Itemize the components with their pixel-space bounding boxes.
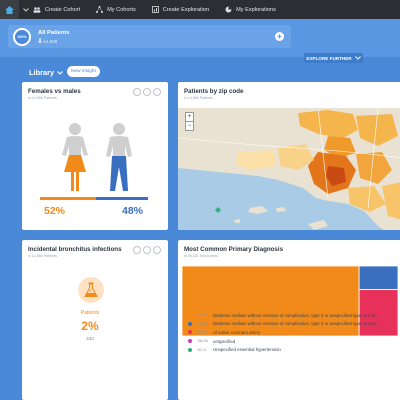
zip-map-card: Patients by zip code in 14,566 Patients	[178, 82, 400, 230]
legend-label: Diabetes mellitus without mention of com…	[213, 321, 380, 327]
legend-label: unspecified	[213, 338, 236, 344]
legend-item[interactable]: 250.00 Diabetes mellitus without mention …	[188, 311, 379, 320]
card-subtitle: in 14,566 Patients	[28, 96, 57, 100]
bronchitis-label: Patients	[80, 310, 100, 316]
nav-create-exploration-label: Create Exploration	[162, 6, 210, 13]
cohort-percent-badge: 100%	[13, 27, 31, 46]
cohort-count-value: 14,566	[43, 38, 58, 44]
nav-create-exploration[interactable]: Create Exploration	[151, 6, 210, 13]
pie-icon	[225, 6, 232, 13]
flask-icon	[84, 282, 98, 297]
legend-item[interactable]: 401.9 Unspecified essential hypertension	[188, 345, 379, 354]
library-label: Library	[29, 68, 55, 77]
legend-item[interactable]: 414.01 of native coronary artery	[188, 328, 379, 337]
legend-swatch	[188, 347, 192, 352]
legend-swatch	[188, 339, 192, 344]
people-icon	[33, 6, 41, 13]
bronchitis-percent: 2%	[81, 319, 99, 333]
chevron-down-icon	[354, 56, 361, 60]
island	[234, 219, 240, 223]
legend-code: 414.01	[197, 330, 208, 335]
person-icon	[38, 37, 42, 43]
card-subtitle: in 14,566 Patients	[28, 254, 57, 258]
network-icon	[96, 6, 104, 13]
chart-icon	[151, 6, 159, 13]
island	[248, 206, 268, 214]
zoom-in-button[interactable]: +	[186, 113, 193, 122]
bronchitis-count: 333	[86, 336, 94, 341]
legend-item[interactable]: 786.50 unspecified	[188, 337, 379, 346]
island	[308, 220, 328, 230]
expand-icon[interactable]	[143, 246, 151, 254]
card-title: Patients by zip code	[184, 88, 244, 95]
card-actions	[131, 246, 161, 254]
nav-my-explorations-label: My Explorations	[236, 6, 276, 13]
nav-my-cohorts[interactable]: My Cohorts	[96, 6, 136, 13]
map-layer	[178, 108, 400, 230]
legend-label: Unspecified essential hypertension	[213, 347, 281, 353]
nav-my-explorations[interactable]: My Explorations	[225, 6, 276, 13]
card-title: Incidental bronchitus infections	[28, 246, 122, 253]
flask-badge	[78, 277, 104, 303]
home-button[interactable]	[0, 0, 19, 19]
cohort-count: 14,566	[38, 37, 70, 44]
map-marker-icon	[215, 207, 221, 213]
legend-swatch	[188, 321, 192, 326]
male-percent: 48%	[122, 205, 144, 217]
diagnosis-card: Most Common Primary Diagnosis in 46,331 …	[178, 240, 400, 400]
explore-further-label: EXPLORE FURTHER	[306, 55, 352, 61]
card-actions	[131, 88, 161, 96]
library-dropdown[interactable]: Library	[29, 68, 63, 77]
legend-swatch	[188, 313, 192, 318]
bronchitis-card: Incidental bronchitus infections in 14,5…	[22, 240, 168, 400]
legend-code: 250.00	[197, 313, 208, 318]
island	[276, 207, 286, 212]
add-cohort-button[interactable]: +	[275, 32, 284, 41]
legend-code: 786.50	[197, 339, 208, 344]
female-figure-icon	[62, 123, 88, 191]
home-icon	[5, 5, 14, 14]
download-icon[interactable]	[153, 246, 161, 254]
chevron-down-icon	[57, 70, 63, 75]
gender-split-bar	[40, 197, 148, 200]
cohort-strip[interactable]: 100% All Patients 14,566 +	[8, 25, 291, 48]
male-share-bar	[96, 197, 148, 200]
nav-create-cohort[interactable]: Create Cohort	[33, 7, 80, 13]
zip-map[interactable]: + −	[178, 108, 400, 230]
zoom-controls: + −	[185, 112, 194, 131]
top-nav: Create Cohort My Cohorts Create Explorat…	[0, 0, 400, 19]
nav-menu-toggle[interactable]	[19, 0, 33, 19]
download-icon[interactable]	[153, 88, 161, 96]
expand-icon[interactable]	[143, 88, 151, 96]
diagnosis-legend: 250.00 Diabetes mellitus without mention …	[188, 311, 379, 354]
legend-swatch	[188, 330, 192, 335]
table-icon[interactable]	[133, 88, 141, 96]
nav-create-cohort-label: Create Cohort	[45, 6, 81, 13]
gender-card: Females vs males in 14,566 Patients 52% …	[22, 82, 168, 230]
card-title: Most Common Primary Diagnosis	[184, 246, 284, 253]
cohort-title: All Patients	[38, 29, 70, 36]
female-share-bar	[40, 197, 97, 200]
chevron-down-icon	[23, 7, 29, 12]
table-icon[interactable]	[133, 246, 141, 254]
legend-item[interactable]: 250.02 Diabetes mellitus without mention …	[188, 320, 379, 329]
legend-label: of native coronary artery	[213, 329, 261, 335]
legend-code: 250.02	[197, 321, 208, 326]
new-insight-button[interactable]: New insight	[67, 66, 100, 77]
explore-further-button[interactable]: EXPLORE FURTHER	[304, 53, 363, 63]
male-figure-icon	[106, 123, 132, 191]
legend-code: 401.9	[197, 347, 206, 352]
zoom-out-button[interactable]: −	[186, 122, 193, 130]
nav-my-cohorts-label: My Cohorts	[107, 6, 136, 13]
female-percent: 52%	[44, 205, 66, 217]
card-subtitle: in 46,331 Encounters	[184, 254, 218, 258]
card-title: Females vs males	[28, 88, 81, 95]
legend-label: Diabetes mellitus without mention of com…	[213, 312, 379, 318]
treemap-cell[interactable]	[358, 266, 398, 291]
cohort-bar: 100% All Patients 14,566 +	[0, 19, 400, 57]
card-subtitle: in 14,566 Patients	[184, 96, 213, 100]
